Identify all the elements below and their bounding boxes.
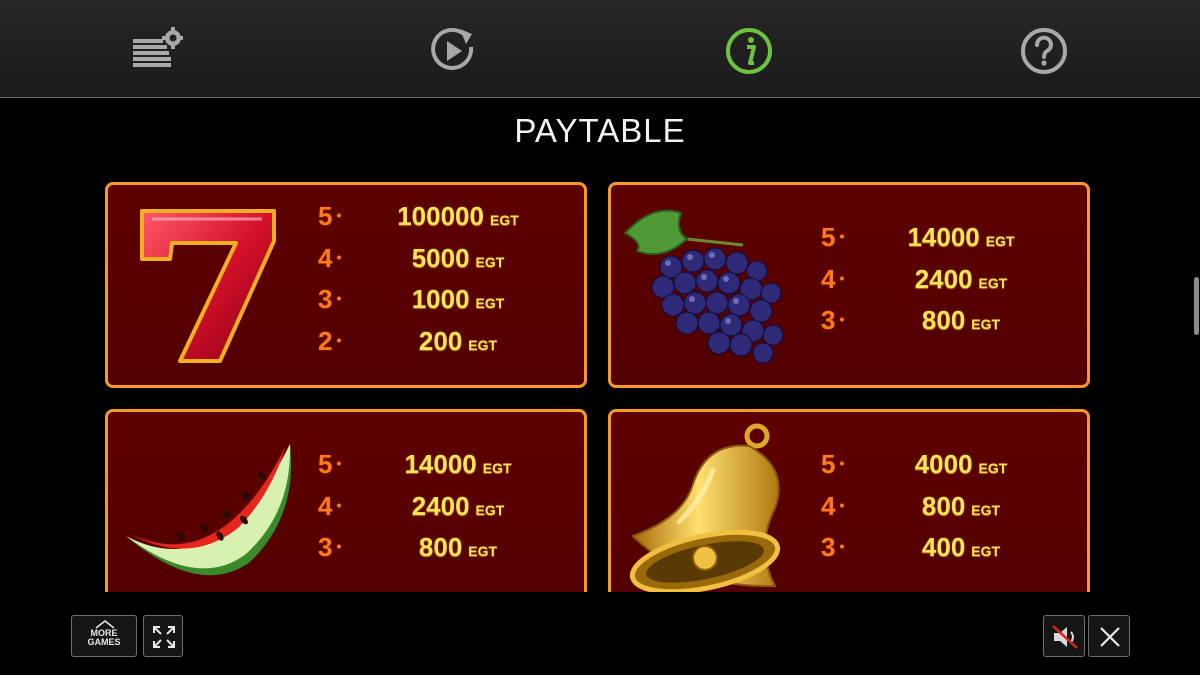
payout-list: 514000EGT 42400EGT 3800EGT [318, 449, 548, 574]
close-button[interactable] [1088, 615, 1130, 657]
payout-row: 45000EGT [318, 243, 548, 285]
payout-row: 4800EGT [821, 491, 1051, 533]
grapes-symbol-icon [623, 209, 784, 364]
payout-row: 514000EGT [318, 449, 548, 491]
info-icon[interactable] [723, 25, 775, 77]
payout-row: 54000EGT [821, 449, 1051, 491]
payout-row: 42400EGT [821, 264, 1051, 306]
payout-row: 3800EGT [821, 305, 1051, 347]
watermelon-symbol-icon [126, 444, 292, 576]
seven-symbol-icon [140, 209, 276, 363]
scrollbar[interactable] [1194, 277, 1199, 335]
payout-row: 5100000EGT [318, 201, 548, 243]
payout-row: 3400EGT [821, 532, 1051, 574]
paytable-content: 5100000EGT 45000EGT 31000EGT 2200EGT 514… [0, 176, 1200, 592]
payout-row: 3800EGT [318, 532, 548, 574]
settings-icon[interactable] [131, 25, 183, 77]
top-toolbar [0, 0, 1200, 98]
sound-button[interactable] [1043, 615, 1085, 657]
payout-list: 54000EGT 4800EGT 3400EGT [821, 449, 1051, 574]
page-title: PAYTABLE [514, 112, 686, 149]
payout-row: 2200EGT [318, 326, 548, 368]
help-icon[interactable] [1018, 25, 1070, 77]
symbol-card-watermelon: 514000EGT 42400EGT 3800EGT [105, 409, 587, 592]
bell-symbol-icon [629, 423, 781, 592]
symbol-card-bell: 54000EGT 4800EGT 3400EGT [608, 409, 1090, 592]
payout-row: 42400EGT [318, 491, 548, 533]
payout-list: 514000EGT 42400EGT 3800EGT [821, 222, 1051, 347]
payout-list: 5100000EGT 45000EGT 31000EGT 2200EGT [318, 201, 548, 367]
sound-muted-icon [1052, 625, 1078, 649]
fullscreen-icon [153, 626, 175, 648]
payout-row: 31000EGT [318, 284, 548, 326]
symbol-card-seven: 5100000EGT 45000EGT 31000EGT 2200EGT [105, 182, 587, 388]
close-icon [1100, 627, 1120, 647]
payout-row: 514000EGT [821, 222, 1051, 264]
more-games-button[interactable]: MORE GAMES [71, 615, 137, 657]
autoplay-icon[interactable] [427, 25, 479, 77]
symbol-card-grapes: 514000EGT 42400EGT 3800EGT [608, 182, 1090, 388]
fullscreen-button[interactable] [143, 615, 183, 657]
